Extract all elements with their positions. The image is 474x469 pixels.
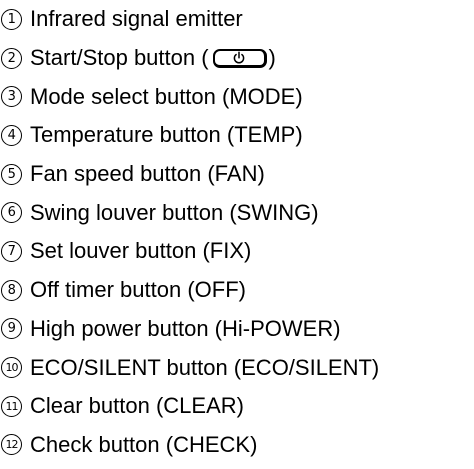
list-item-high-power-button: 9 High power button (Hi-POWER)	[0, 310, 474, 349]
item-number-badge: 1	[1, 8, 22, 30]
item-label: High power button (Hi-POWER)	[30, 315, 341, 341]
list-item-check-button: 12 Check button (CHECK)	[0, 426, 474, 465]
list-item-fan-speed-button: 5 Fan speed button (FAN)	[0, 155, 474, 194]
item-label: Infrared signal emitter	[30, 6, 243, 32]
item-label-before-icon: Start/Stop button (	[30, 45, 209, 71]
list-item-off-timer-button: 8 Off timer button (OFF)	[0, 271, 474, 310]
item-label-with-icon: Start/Stop button ( )	[30, 47, 276, 69]
list-item-temperature-button: 4 Temperature button (TEMP)	[0, 116, 474, 155]
list-item-swing-louver-button: 6 Swing louver button (SWING)	[0, 193, 474, 232]
item-label: Clear button (CLEAR)	[30, 393, 244, 419]
item-label-after-icon: )	[268, 45, 276, 71]
item-label: Swing louver button (SWING)	[30, 199, 319, 225]
item-label: ECO/SILENT button (ECO/SILENT)	[30, 354, 380, 380]
item-label: Fan speed button (FAN)	[30, 161, 265, 187]
list-item-clear-button: 11 Clear button (CLEAR)	[0, 387, 474, 426]
item-label: Mode select button (MODE)	[30, 83, 303, 109]
item-number-badge: 9	[1, 318, 22, 340]
item-number-badge: 6	[1, 202, 22, 224]
item-label: Temperature button (TEMP)	[30, 122, 303, 148]
item-number-badge: 10	[1, 357, 22, 379]
item-label: Check button (CHECK)	[30, 431, 258, 457]
list-item-infrared-signal-emitter: 1 Infrared signal emitter	[0, 0, 474, 39]
list-item-eco-silent-button: 10 ECO/SILENT button (ECO/SILENT)	[0, 348, 474, 387]
list-item-set-louver-button: 7 Set louver button (FIX)	[0, 232, 474, 271]
item-number-badge: 2	[1, 47, 22, 69]
button-legend-list: 1 Infrared signal emitter 2 Start/Stop b…	[0, 0, 474, 464]
item-number-badge: 5	[1, 163, 22, 185]
item-number-badge: 12	[1, 434, 22, 456]
item-label: Off timer button (OFF)	[30, 277, 246, 303]
item-label: Set louver button (FIX)	[30, 238, 252, 264]
item-number-badge: 7	[1, 240, 22, 262]
item-number-badge: 3	[1, 86, 22, 108]
item-number-badge: 4	[1, 124, 22, 146]
list-item-mode-select-button: 3 Mode select button (MODE)	[0, 77, 474, 116]
item-number-badge: 8	[1, 279, 22, 301]
power-icon	[212, 48, 267, 68]
item-number-badge: 11	[1, 395, 22, 417]
list-item-start-stop-button: 2 Start/Stop button ( )	[0, 39, 474, 78]
